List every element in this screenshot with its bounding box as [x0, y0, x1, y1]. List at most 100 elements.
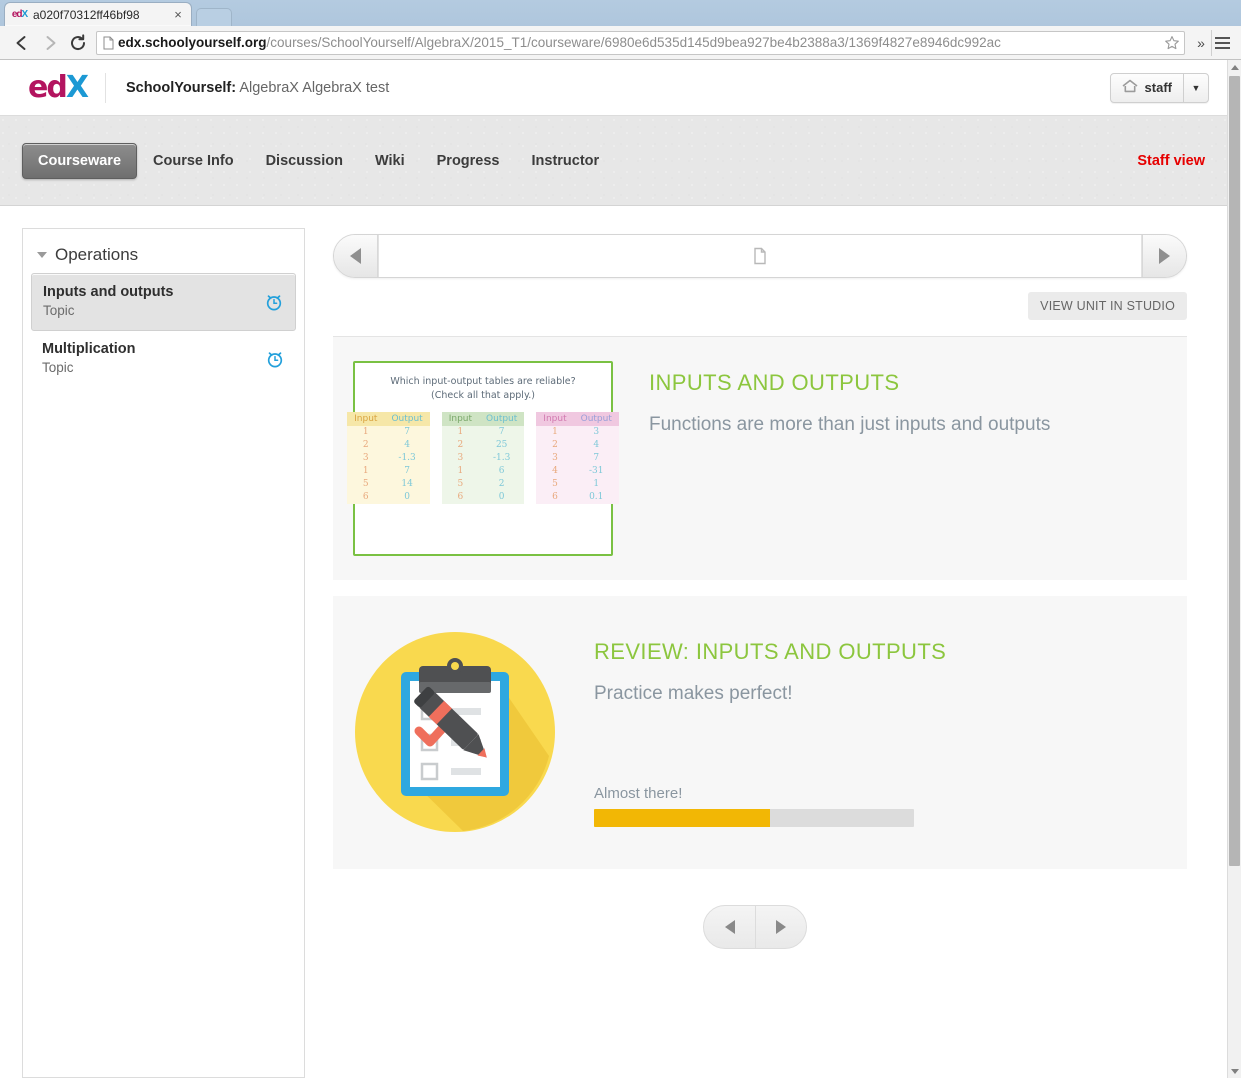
course-nav-bar: Courseware Course Info Discussion Wiki P… — [0, 116, 1227, 206]
hamburger-menu-icon[interactable] — [1211, 29, 1233, 56]
cell-input: 3 — [441, 451, 480, 465]
table-row: 51 — [536, 477, 619, 491]
cell-input: 6 — [536, 490, 574, 504]
next-unit-button[interactable] — [755, 906, 806, 948]
thumbnail-tables: Input Output 17 24 3 -1.3 17 5 14 60 Inp… — [347, 411, 619, 504]
cell-output: 0.1 — [573, 490, 619, 504]
table-header-row: Input Output — [536, 411, 619, 426]
progress-label: Almost there! — [594, 785, 683, 803]
page-viewport: edX SchoolYourself: AlgebraX AlgebraX te… — [0, 60, 1227, 1078]
scrollbar-thumb[interactable] — [1229, 76, 1240, 866]
tab-discussion[interactable]: Discussion — [250, 143, 359, 179]
progress-bar-track — [594, 809, 914, 828]
cell-input: 3 — [536, 451, 574, 465]
cell-output: 6 — [479, 464, 525, 478]
new-tab-button[interactable] — [196, 8, 232, 26]
table-yellow: Input Output 17 24 3 -1.3 17 5 14 60 — [347, 411, 430, 504]
cell-output: 14 — [384, 477, 430, 491]
sequence-next-button[interactable] — [1142, 235, 1186, 277]
tab-progress[interactable]: Progress — [421, 143, 516, 179]
course-tabs: Courseware Course Info Discussion Wiki P… — [22, 142, 1137, 179]
cell-input: 2 — [347, 438, 385, 452]
sequence-nav-wrapper — [305, 228, 1205, 278]
header-divider — [104, 72, 106, 103]
back-arrow-icon[interactable] — [8, 29, 36, 57]
scroll-down-arrow-icon[interactable] — [1228, 1064, 1241, 1078]
previous-unit-arrow-icon — [724, 920, 735, 934]
tab-courseware[interactable]: Courseware — [22, 142, 138, 179]
cell-input: 4 — [536, 464, 574, 478]
sidebar-item-multiplication[interactable]: Multiplication Topic — [31, 331, 296, 387]
table-row: 24 — [347, 438, 430, 452]
table-row: 24 — [536, 438, 619, 452]
browser-chrome: ed X a020f70312ff46bf98 × edx.schoolyours… — [0, 0, 1241, 60]
tab-course-info[interactable]: Course Info — [137, 143, 250, 179]
unit-progress: Almost there! — [594, 785, 1167, 828]
unit-card-review-inputs-and-outputs[interactable]: REVIEW: INPUTS AND OUTPUTS Practice make… — [333, 596, 1187, 869]
forward-arrow-icon[interactable] — [36, 29, 64, 57]
sidebar-item-type: Topic — [42, 359, 74, 375]
cell-input: 5 — [441, 477, 480, 491]
chevron-down-icon[interactable] — [37, 252, 47, 258]
unit-card-text: REVIEW: INPUTS AND OUTPUTS Practice make… — [558, 630, 1167, 828]
table-row: 60 — [441, 490, 525, 504]
view-unit-in-studio-button[interactable]: VIEW UNIT IN STUDIO — [1028, 292, 1187, 320]
tab-wiki[interactable]: Wiki — [359, 143, 421, 179]
course-org: SchoolYourself: — [125, 79, 237, 96]
cell-output: 1 — [573, 477, 619, 491]
home-icon — [1122, 79, 1138, 96]
column-header-output: Output — [479, 411, 525, 426]
cell-output: 2 — [479, 477, 525, 491]
address-bar[interactable]: edx.schoolyourself.org/courses/SchoolYou… — [96, 30, 1185, 55]
document-icon[interactable] — [753, 247, 767, 265]
table-row: 13 — [536, 425, 619, 439]
sequence-prev-button[interactable] — [334, 235, 378, 277]
table-row: 17 — [347, 464, 430, 478]
table-row: 17 — [347, 425, 430, 439]
cell-input: 2 — [441, 438, 480, 452]
cell-output: -1.3 — [479, 451, 525, 465]
table-row: 16 — [441, 464, 525, 478]
table-row: 60 — [347, 490, 430, 504]
account-username: staff — [1144, 80, 1172, 95]
table-header-row: Input Output — [441, 411, 525, 426]
sidebar-chapter-operations[interactable]: Operations — [23, 229, 304, 269]
browser-tab[interactable]: ed X a020f70312ff46bf98 × — [4, 2, 192, 26]
card-separator — [305, 580, 1205, 596]
table-row: 52 — [441, 477, 525, 491]
column-header-input: Input — [441, 411, 480, 426]
table-row: 4 -31 — [536, 464, 619, 478]
reload-icon[interactable] — [64, 29, 92, 57]
star-icon[interactable] — [1164, 35, 1180, 51]
account-menu[interactable]: staff ▼ — [1109, 72, 1209, 103]
page-scrollbar[interactable] — [1227, 60, 1241, 1078]
staff-view-link[interactable]: Staff view — [1137, 153, 1205, 169]
browser-toolbar: edx.schoolyourself.org/courses/SchoolYou… — [0, 26, 1241, 60]
next-arrow-icon — [1159, 248, 1170, 264]
tab-instructor[interactable]: Instructor — [516, 143, 616, 179]
unit-card-inputs-and-outputs[interactable]: Which input-output tables are reliable? … — [333, 337, 1187, 580]
scroll-up-arrow-icon[interactable] — [1228, 60, 1241, 74]
edx-logo-ed: ed — [28, 69, 68, 105]
cell-input: 5 — [536, 477, 574, 491]
unit-pagination — [305, 869, 1205, 989]
close-tab-icon[interactable]: × — [171, 8, 185, 22]
sidebar-item-text: Inputs and outputs Topic — [43, 283, 264, 321]
toolbar-overflow-button[interactable]: » — [1193, 35, 1209, 51]
edx-logo-x: X — [65, 69, 89, 105]
table-row: 3 -1.3 — [347, 451, 430, 465]
input-output-tables-thumbnail: Which input-output tables are reliable? … — [347, 361, 619, 556]
account-menu-main[interactable]: staff — [1111, 74, 1183, 102]
browser-tab-title: a020f70312ff46bf98 — [33, 7, 140, 22]
address-bar-url: edx.schoolyourself.org/courses/SchoolYou… — [114, 32, 1162, 54]
chevron-down-icon[interactable]: ▼ — [1183, 73, 1208, 102]
unit-card-title: INPUTS AND OUTPUTS — [649, 370, 900, 395]
cell-output: 0 — [384, 490, 430, 504]
page-icon — [103, 36, 114, 50]
sidebar-item-inputs-and-outputs[interactable]: Inputs and outputs Topic — [31, 273, 296, 331]
previous-unit-button[interactable] — [704, 906, 755, 948]
cell-input: 5 — [347, 477, 385, 491]
edx-logo[interactable]: edX — [28, 69, 105, 105]
table-row: 3 -1.3 — [441, 451, 525, 465]
cell-input: 3 — [347, 451, 385, 465]
